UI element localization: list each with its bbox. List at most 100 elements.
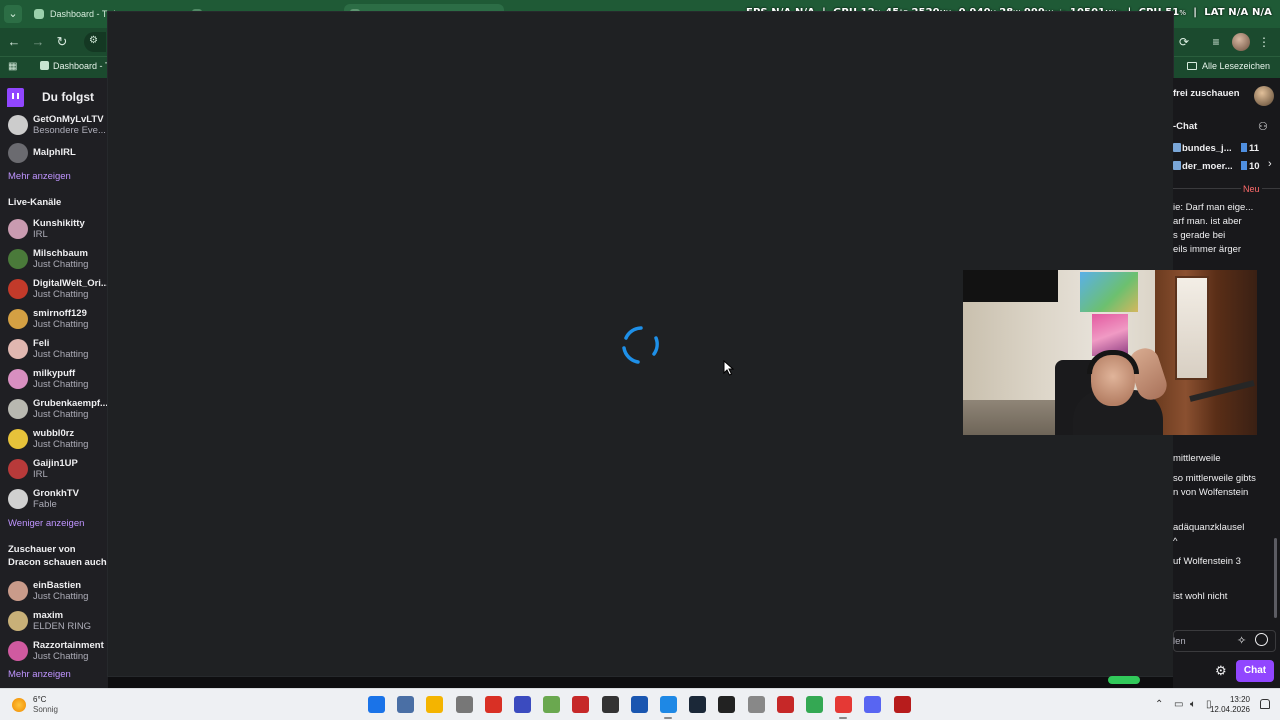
twitch-logo-icon[interactable] <box>7 88 24 107</box>
tab-search-chevron-icon[interactable]: ⌄ <box>4 5 22 23</box>
user-avatar[interactable] <box>1254 86 1274 106</box>
sun-weather-icon[interactable] <box>12 698 26 712</box>
notification-bell-icon[interactable] <box>1260 699 1270 709</box>
channel-item[interactable]: GronkhTV Fable <box>0 484 108 514</box>
clock[interactable]: 13:20 12.04.2026 <box>1210 695 1250 715</box>
channel-name: Razzortainment <box>33 640 104 651</box>
channel-item[interactable]: GetOnMyLvLTV Besondere Eve... <box>0 110 108 140</box>
webcam-poster <box>1080 272 1138 312</box>
channel-item[interactable]: milkypuff Just Chatting <box>0 364 108 394</box>
channel-category: Just Chatting <box>33 591 89 602</box>
channel-category: Just Chatting <box>33 651 89 662</box>
obs-app-icon[interactable] <box>602 696 619 713</box>
forward-icon[interactable]: → <box>30 34 46 50</box>
webcam-overlay[interactable] <box>963 270 1257 435</box>
playstation-app-icon[interactable] <box>631 696 648 713</box>
chat-message: s gerade bei <box>1173 230 1226 241</box>
channel-item[interactable]: smirnoff129 Just Chatting <box>0 304 108 334</box>
calculator-icon[interactable] <box>397 696 414 713</box>
channel-item[interactable]: Razzortainment Just Chatting <box>0 636 108 666</box>
windows-start-icon[interactable] <box>368 696 385 713</box>
chevron-right-icon[interactable]: › <box>1268 158 1272 170</box>
channel-item[interactable]: MalphIRL <box>0 138 108 168</box>
clock-time: 13:20 <box>1229 695 1250 704</box>
site-info-icon[interactable]: ⚙ <box>89 35 101 47</box>
voicemeeter-app-icon[interactable] <box>894 696 911 713</box>
running-indicator <box>839 717 847 719</box>
channel-avatar <box>8 429 28 449</box>
back-icon[interactable]: ← <box>6 34 22 50</box>
extension-icon[interactable]: ⟳ <box>1176 34 1192 50</box>
clock-date: 12.04.2026 <box>1209 705 1250 714</box>
mouse-app-icon[interactable] <box>456 696 473 713</box>
community-users-icon[interactable]: ⚇ <box>1258 121 1272 133</box>
gifter-row[interactable]: bundes_j... 11 <box>1173 143 1280 157</box>
show-more-link-2[interactable]: Mehr anzeigen <box>8 669 71 680</box>
red-bolt-app-icon[interactable] <box>485 696 502 713</box>
channel-category: Just Chatting <box>33 349 89 360</box>
opera-app-icon[interactable] <box>835 696 852 713</box>
loading-spinner-icon <box>622 326 659 364</box>
channel-item[interactable]: Milschbaum Just Chatting <box>0 244 108 274</box>
apps-grid-icon[interactable]: ▦ <box>8 61 20 73</box>
channel-category: IRL <box>33 469 48 480</box>
chrome-app-icon[interactable] <box>806 696 823 713</box>
chat-send-button[interactable]: Chat <box>1236 660 1274 682</box>
voicemod-app-icon[interactable] <box>777 696 794 713</box>
badge-icon <box>1173 161 1181 170</box>
settings-app-icon[interactable] <box>748 696 765 713</box>
profile-avatar[interactable] <box>1232 33 1250 51</box>
channel-item[interactable]: wubbl0rz Just Chatting <box>0 424 108 454</box>
badge-icon <box>1173 143 1181 152</box>
emote-picker-icon[interactable] <box>1255 633 1268 646</box>
windows-taskbar: 6°C Sonnig ⌃ ▭ 🔈︎ ▯ 13:20 12.04.2026 <box>0 688 1280 720</box>
all-bookmarks[interactable]: Alle Lesezeichen <box>1186 61 1270 71</box>
channel-avatar <box>8 309 28 329</box>
channel-item[interactable]: Feli Just Chatting <box>0 334 108 364</box>
terminal-app-icon[interactable] <box>718 696 735 713</box>
lat-label: LAT <box>1204 7 1225 18</box>
channel-item[interactable]: Grubenkaempf... Just Chatting <box>0 394 108 424</box>
reload-icon[interactable]: ↻ <box>54 34 70 50</box>
ad-free-label[interactable]: frei zuschauen <box>1173 88 1240 99</box>
chat-settings-gear-icon[interactable]: ⚙ <box>1215 663 1227 679</box>
file-explorer-icon[interactable] <box>426 696 443 713</box>
channel-category: IRL <box>33 229 48 240</box>
menu-icon[interactable]: ⋮ <box>1256 34 1272 50</box>
chevron-up-icon[interactable]: ⌃ <box>1155 699 1163 710</box>
chat-message: ie: Darf man eige... <box>1173 202 1254 213</box>
volume-icon[interactable]: 🔈︎ <box>1190 699 1196 710</box>
channel-avatar <box>8 581 28 601</box>
network-icon[interactable]: ▭ <box>1174 699 1183 710</box>
channel-name: maxim <box>33 610 64 621</box>
channel-avatar <box>8 399 28 419</box>
weather-widget[interactable]: 6°C Sonnig <box>33 695 58 715</box>
channel-name: GetOnMyLvLTV <box>33 114 104 125</box>
gift-icon <box>1241 161 1247 170</box>
channel-avatar <box>8 143 28 163</box>
channel-item[interactable]: DigitalWelt_Ori... Just Chatting <box>0 274 108 304</box>
discord-app-icon[interactable] <box>864 696 881 713</box>
channel-item[interactable]: einBastien Just Chatting <box>0 576 108 606</box>
gifter-row[interactable]: der_moer... 10 <box>1173 161 1280 175</box>
layers-app-icon[interactable] <box>543 696 560 713</box>
bookmark-dashboard[interactable]: Dashboard - Tw <box>40 61 116 71</box>
channel-item[interactable]: maxim ELDEN RING <box>0 606 108 636</box>
show-more-link[interactable]: Mehr anzeigen <box>8 171 71 182</box>
channel-item[interactable]: Gaijin1UP IRL <box>0 454 108 484</box>
show-less-link[interactable]: Weniger anzeigen <box>8 518 84 529</box>
channel-name: DigitalWelt_Ori... <box>33 278 108 289</box>
tab-label: Dashboard - Twi <box>50 9 116 19</box>
v-app-icon[interactable] <box>514 696 531 713</box>
red-app-icon[interactable] <box>572 696 589 713</box>
bookmark-label: Dashboard - Tw <box>53 61 117 71</box>
chat-scrollbar[interactable] <box>1274 538 1277 618</box>
channel-name: GronkhTV <box>33 488 79 499</box>
media-queue-icon[interactable]: ≡ <box>1208 34 1224 50</box>
new-label: Neu <box>1241 184 1262 194</box>
bits-icon[interactable]: ✧ <box>1237 634 1246 647</box>
folder-icon <box>1186 62 1197 70</box>
channel-item[interactable]: Kunshikitty IRL <box>0 214 108 244</box>
steam-app-icon[interactable] <box>689 696 706 713</box>
pen-app-icon[interactable] <box>660 696 677 713</box>
